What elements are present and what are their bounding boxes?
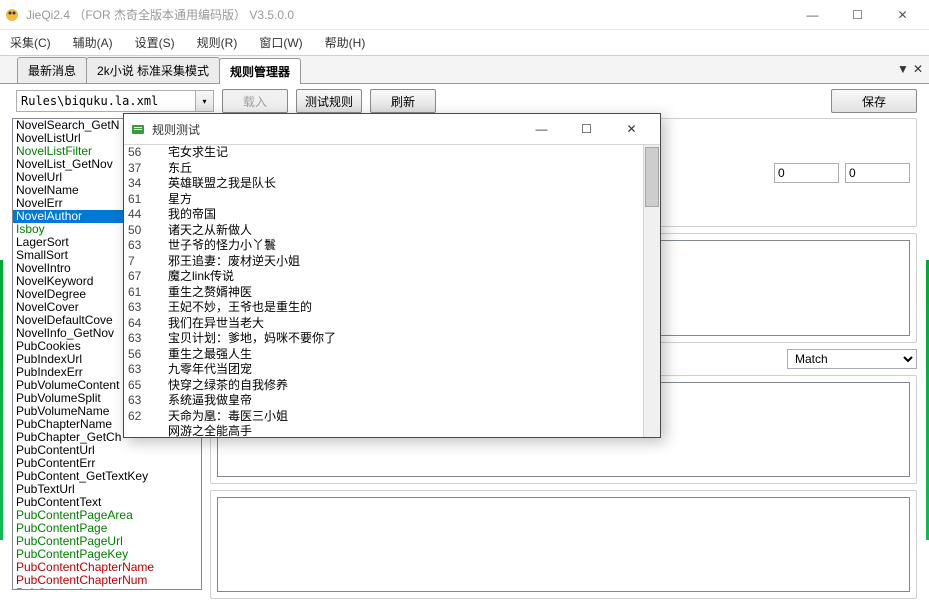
dialog-row-num: 61 bbox=[124, 285, 164, 301]
dialog-row-text[interactable]: 网游之全能高手 bbox=[164, 424, 643, 440]
maximize-button[interactable]: ☐ bbox=[835, 1, 880, 29]
menubar: 采集(C) 辅助(A) 设置(S) 规则(R) 窗口(W) 帮助(H) bbox=[0, 30, 929, 56]
dialog-row-num: 7 bbox=[124, 254, 164, 270]
dialog-row-num: 63 bbox=[124, 300, 164, 316]
titlebar: JieQi2.4 （FOR 杰奇全版本通用编码版） V3.5.0.0 — ☐ ✕ bbox=[0, 0, 929, 30]
dialog-row-num: 63 bbox=[124, 393, 164, 409]
num-input-1[interactable] bbox=[774, 163, 839, 183]
dialog-row-text[interactable]: 魔之link传说 bbox=[164, 269, 643, 285]
tab-news[interactable]: 最新消息 bbox=[17, 57, 87, 83]
dialog-titlebar[interactable]: 规则测试 — ☐ ✕ bbox=[124, 114, 660, 144]
dialog-row-num: 34 bbox=[124, 176, 164, 192]
tabbar: 最新消息 2k小说 标准采集模式 规则管理器 ▼ ✕ bbox=[0, 56, 929, 84]
text-area-3[interactable] bbox=[217, 497, 910, 592]
dialog-row-text[interactable]: 宅女求生记 bbox=[164, 145, 643, 161]
dialog-row-text[interactable]: 重生之赘婿神医 bbox=[164, 285, 643, 301]
dialog-row-text[interactable]: 星方 bbox=[164, 192, 643, 208]
dialog-close-button[interactable]: ✕ bbox=[609, 116, 654, 142]
dialog-row-num: 50 bbox=[124, 223, 164, 239]
menu-window[interactable]: 窗口(W) bbox=[255, 32, 306, 53]
dialog-row-num: 63 bbox=[124, 238, 164, 254]
menu-help[interactable]: 帮助(H) bbox=[321, 32, 370, 53]
test-rule-button[interactable]: 测试规则 bbox=[296, 89, 362, 113]
path-dropdown-icon[interactable]: ▾ bbox=[196, 90, 214, 112]
dialog-row-text[interactable]: 王妃不妙，王爷也是重生的 bbox=[164, 300, 643, 316]
dialog-row-num: 44 bbox=[124, 207, 164, 223]
dialog-icon bbox=[130, 121, 146, 137]
dialog-row-text[interactable]: 我们在异世当老大 bbox=[164, 316, 643, 332]
group-3 bbox=[210, 490, 917, 599]
num-input-2[interactable] bbox=[845, 163, 910, 183]
tab-dropdown-icon[interactable]: ▼ bbox=[897, 62, 909, 76]
dialog-row-text[interactable]: 九零年代当团宠 bbox=[164, 362, 643, 378]
menu-setting[interactable]: 设置(S) bbox=[131, 32, 179, 53]
tab-close-icon[interactable]: ✕ bbox=[913, 62, 923, 76]
dialog-row-num: 37 bbox=[124, 161, 164, 177]
dialog-maximize-button[interactable]: ☐ bbox=[564, 116, 609, 142]
dialog-minimize-button[interactable]: — bbox=[519, 116, 564, 142]
dialog-row-num: 65 bbox=[124, 378, 164, 394]
scrollbar-thumb[interactable] bbox=[645, 147, 659, 207]
desktop-edge-left bbox=[0, 260, 3, 540]
rule-test-dialog: 规则测试 — ☐ ✕ 56373461445063767616364635663… bbox=[123, 113, 661, 438]
dialog-row-text[interactable]: 诸天之从新做人 bbox=[164, 223, 643, 239]
dialog-row-num: 63 bbox=[124, 362, 164, 378]
dialog-row-num: 62 bbox=[124, 409, 164, 425]
dialog-row-text[interactable]: 我的帝国 bbox=[164, 207, 643, 223]
dialog-scrollbar[interactable] bbox=[643, 145, 660, 437]
dialog-row-text[interactable]: 快穿之绿茶的自我修养 bbox=[164, 378, 643, 394]
close-button[interactable]: ✕ bbox=[880, 1, 925, 29]
dialog-row-num: 56 bbox=[124, 145, 164, 161]
dialog-row-text[interactable]: 重生之最强人生 bbox=[164, 347, 643, 363]
dialog-row-text[interactable]: 英雄联盟之我是队长 bbox=[164, 176, 643, 192]
tab-2k[interactable]: 2k小说 标准采集模式 bbox=[86, 57, 220, 83]
dialog-title: 规则测试 bbox=[152, 121, 519, 138]
app-icon bbox=[4, 7, 20, 23]
minimize-button[interactable]: — bbox=[790, 1, 835, 29]
menu-rule[interactable]: 规则(R) bbox=[193, 32, 242, 53]
dialog-num-column: 56373461445063767616364635663656362 bbox=[124, 145, 164, 437]
tab-rules[interactable]: 规则管理器 bbox=[219, 58, 301, 84]
dialog-row-text[interactable]: 宝贝计划：爹地，妈咪不要你了 bbox=[164, 331, 643, 347]
dialog-text-column: 宅女求生记东丘英雄联盟之我是队长星方我的帝国诸天之从新做人世子爷的怪力小丫鬟邪王… bbox=[164, 145, 643, 437]
menu-assist[interactable]: 辅助(A) bbox=[69, 32, 117, 53]
dialog-row-num: 63 bbox=[124, 331, 164, 347]
dialog-row-num: 67 bbox=[124, 269, 164, 285]
dialog-row-text[interactable]: 东丘 bbox=[164, 161, 643, 177]
dialog-row-num: 61 bbox=[124, 192, 164, 208]
dialog-row-text[interactable]: 系统逼我做皇帝 bbox=[164, 393, 643, 409]
dialog-body: 56373461445063767616364635663656362 宅女求生… bbox=[124, 144, 660, 437]
match-select[interactable]: Match bbox=[787, 349, 917, 369]
load-button[interactable]: 载入 bbox=[222, 89, 288, 113]
rule-path-input[interactable] bbox=[16, 90, 196, 112]
rule-item[interactable]: PubContentImages bbox=[13, 587, 201, 590]
save-button[interactable]: 保存 bbox=[831, 89, 917, 113]
dialog-row-text[interactable]: 世子爷的怪力小丫鬟 bbox=[164, 238, 643, 254]
window-title: JieQi2.4 （FOR 杰奇全版本通用编码版） V3.5.0.0 bbox=[26, 6, 790, 23]
dialog-row-text[interactable]: 天命为凰：毒医三小姐 bbox=[164, 409, 643, 425]
menu-collect[interactable]: 采集(C) bbox=[6, 32, 55, 53]
dialog-row-num: 56 bbox=[124, 347, 164, 363]
dialog-row-num: 64 bbox=[124, 316, 164, 332]
refresh-button[interactable]: 刷新 bbox=[370, 89, 436, 113]
dialog-row-num bbox=[124, 424, 164, 440]
dialog-row-text[interactable]: 邪王追妻：废材逆天小姐 bbox=[164, 254, 643, 270]
